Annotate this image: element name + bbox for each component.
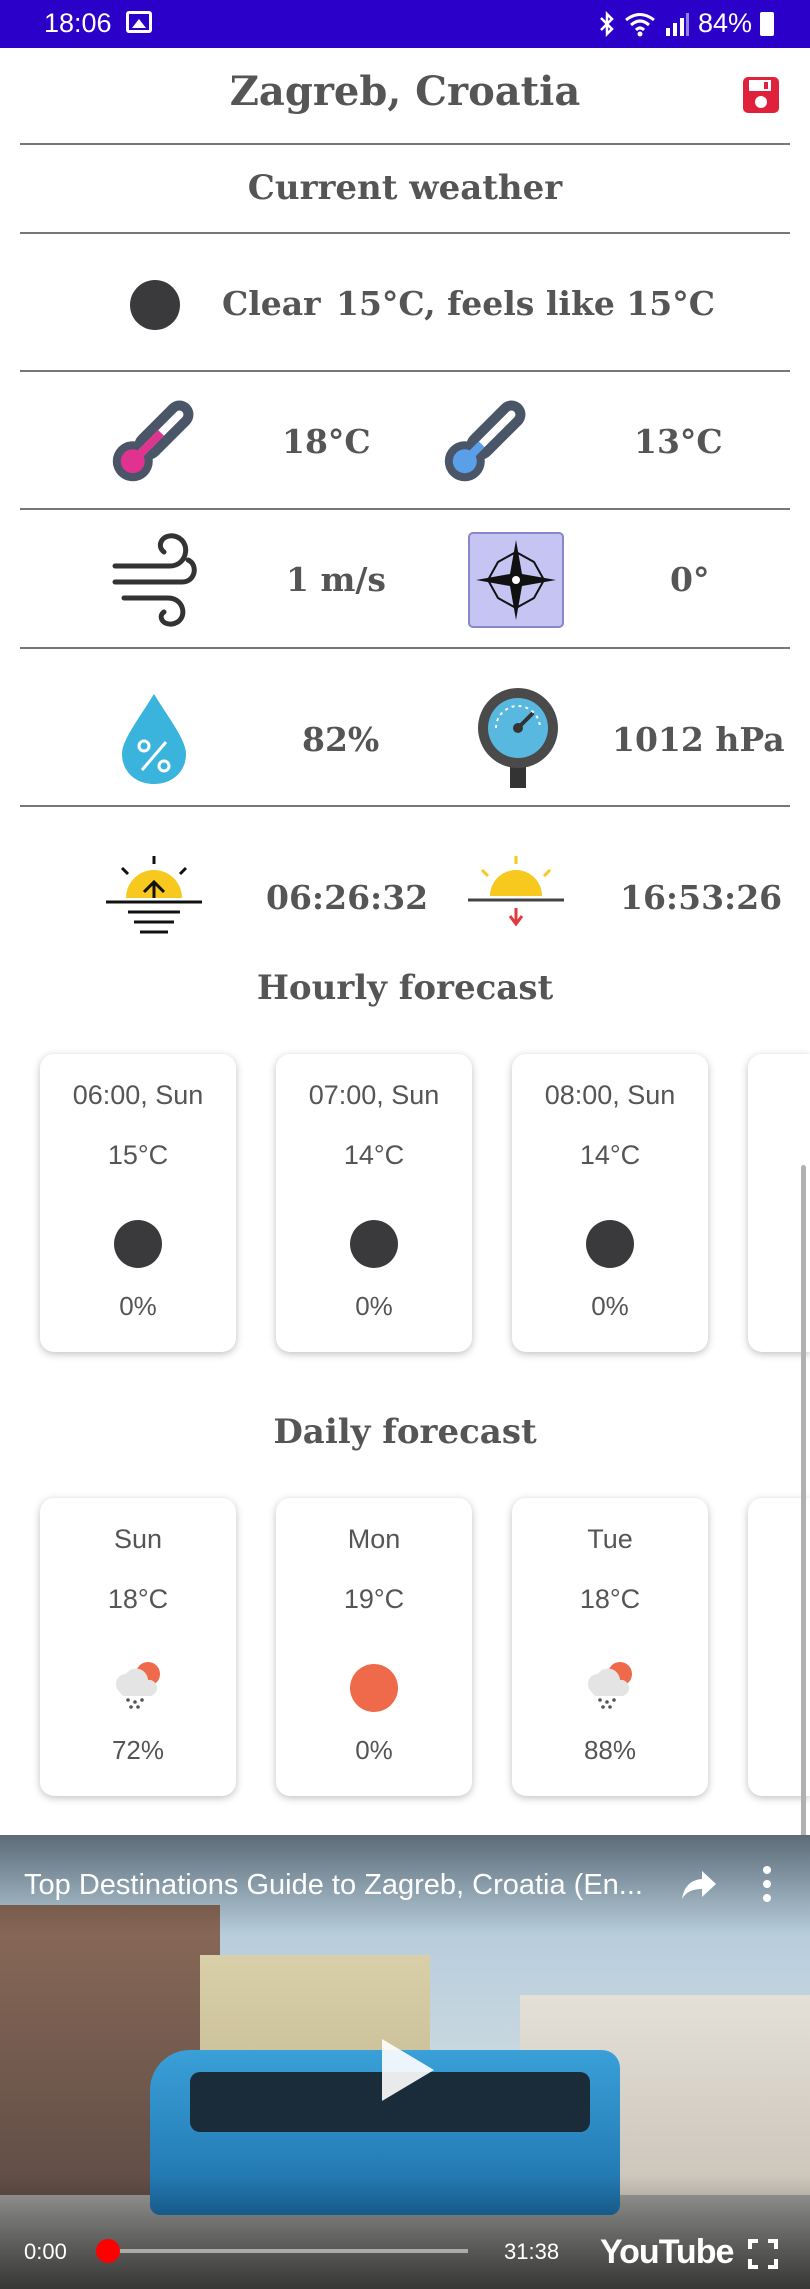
sunrise-time: 06:26:32 [266, 878, 429, 917]
video-player[interactable]: Top Destinations Guide to Zagreb, Croati… [0, 1835, 810, 2289]
hourly-time: 06:00, Sun [72, 1080, 204, 1110]
hourly-precip: 0% [591, 1291, 629, 1321]
hourly-temp: 14°C [579, 1140, 641, 1170]
daily-precip: 72% [111, 1735, 165, 1765]
daily-precip: 88% [583, 1735, 637, 1765]
hourly-forecast-title: Hourly forecast [256, 968, 554, 1008]
rain-cloud-icon [588, 1662, 632, 1709]
daily-day: Mon [347, 1524, 401, 1554]
hourly-card[interactable]: 06:00, Sun 15°C 0% [40, 1054, 236, 1352]
share-icon[interactable] [680, 1869, 718, 1901]
daily-card[interactable]: Sun 18°C 72% [40, 1498, 236, 1796]
humidity: 82% [302, 720, 380, 759]
rain-cloud-icon [116, 1662, 160, 1709]
current-weather-title: Current weather [247, 168, 563, 208]
status-time: 18:06 [44, 8, 112, 38]
daily-temp: 18°C [579, 1584, 641, 1614]
divider [20, 508, 790, 510]
hourly-card[interactable]: 07:00, Sun 14°C 0% [276, 1054, 472, 1352]
more-options-icon[interactable] [762, 1865, 772, 1903]
app-header: Zagreb, Croatia [0, 48, 810, 143]
clear-night-icon [350, 1220, 398, 1268]
compass-icon [468, 532, 564, 628]
sunset-time: 16:53:26 [620, 878, 783, 917]
wind-speed: 1 m/s [286, 560, 386, 599]
video-current-time: 0:00 [24, 2239, 67, 2264]
temp-max: 18°C [282, 422, 371, 461]
divider [20, 647, 790, 649]
youtube-logo[interactable]: YouTube [600, 2233, 734, 2272]
clear-night-icon [130, 280, 180, 330]
sunset-icon [468, 856, 564, 927]
sun-icon [350, 1664, 398, 1712]
signal-icon [665, 12, 689, 36]
hourly-precip: 0% [355, 1291, 393, 1321]
daily-card[interactable]: Mon 19°C 0% [276, 1498, 472, 1796]
divider [20, 232, 790, 234]
status-bar: 18:06 84% [0, 0, 810, 48]
daily-precip: 0% [355, 1735, 393, 1765]
wifi-icon [625, 12, 655, 36]
wind-direction: 0° [670, 560, 710, 599]
wind-icon [112, 533, 197, 627]
city-title: Zagreb, Croatia [229, 68, 581, 115]
play-icon[interactable] [378, 2035, 438, 2105]
video-progress-track[interactable] [108, 2249, 468, 2253]
daily-card[interactable]: Tue 18°C 88% [512, 1498, 708, 1796]
daily-day: Sun [113, 1524, 163, 1554]
daily-temp: 18°C [107, 1584, 169, 1614]
thermometer-hot-icon [112, 400, 194, 482]
divider [20, 805, 790, 807]
scrollbar[interactable] [801, 1165, 806, 1845]
save-icon[interactable] [742, 76, 780, 114]
hourly-time: 08:00, Sun [544, 1080, 676, 1110]
clear-night-icon [114, 1220, 162, 1268]
hourly-temp: 14°C [343, 1140, 405, 1170]
temp-min: 13°C [634, 422, 723, 461]
divider [20, 143, 790, 145]
video-duration: 31:38 [504, 2239, 560, 2264]
sunrise-icon [106, 856, 202, 934]
hourly-precip: 0% [119, 1291, 157, 1321]
hourly-temp: 15°C [107, 1140, 169, 1170]
battery-icon [760, 11, 774, 36]
video-title[interactable]: Top Destinations Guide to Zagreb, Croati… [24, 1869, 664, 1902]
daily-temp: 19°C [343, 1584, 405, 1614]
condition-label: Clear [222, 284, 321, 323]
fullscreen-icon[interactable] [748, 2239, 778, 2269]
pressure-gauge-icon [478, 688, 558, 788]
hourly-time: 07:00, Sun [308, 1080, 440, 1110]
bluetooth-icon [600, 10, 614, 37]
divider [20, 370, 790, 372]
daily-day: Tue [587, 1524, 633, 1554]
clear-night-icon [586, 1220, 634, 1268]
thermometer-cold-icon [444, 400, 526, 482]
humidity-drop-icon [122, 694, 186, 784]
video-progress-handle[interactable] [96, 2239, 120, 2263]
daily-forecast-title: Daily forecast [273, 1412, 537, 1452]
image-icon [126, 11, 152, 33]
pressure: 1012 hPa [612, 720, 785, 759]
hourly-card[interactable]: 08:00, Sun 14°C 0% [512, 1054, 708, 1352]
battery-level: 84% [697, 8, 752, 38]
temperature-feels-like: 15°C, feels like 15°C [336, 284, 715, 323]
